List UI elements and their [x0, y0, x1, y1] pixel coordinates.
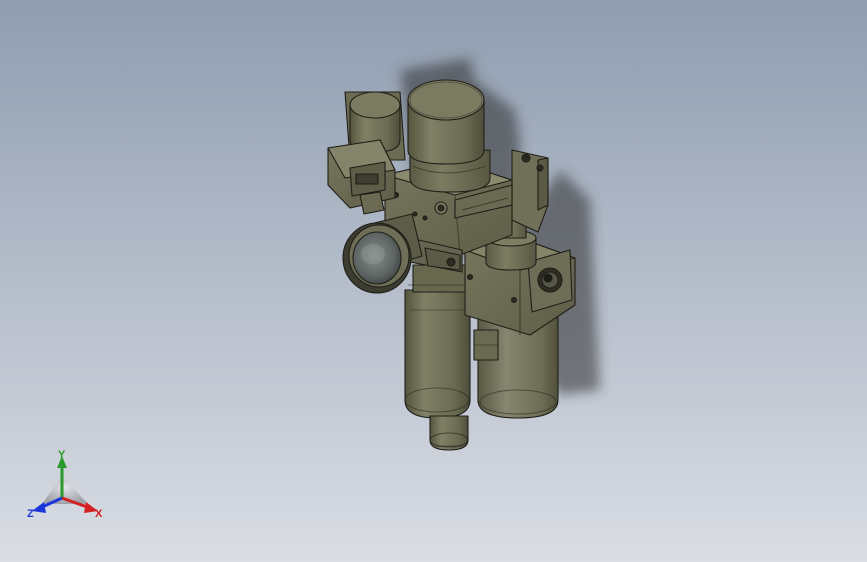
- cad-graphics-viewport[interactable]: Y X Z: [0, 0, 867, 562]
- x-axis-label: X: [95, 508, 103, 520]
- z-axis-label: Z: [27, 508, 34, 520]
- regulator-knob: [407, 79, 491, 193]
- filter-bowl: [404, 264, 471, 419]
- coordinate-triad: Y X Z: [27, 449, 103, 520]
- drain-cock: [429, 415, 469, 451]
- lubricator-bowl: [473, 317, 559, 419]
- mounting-bracket: [511, 149, 549, 233]
- model-scene[interactable]: [0, 0, 867, 562]
- y-axis-label: Y: [58, 449, 66, 461]
- z-axis-arrow: [32, 502, 46, 513]
